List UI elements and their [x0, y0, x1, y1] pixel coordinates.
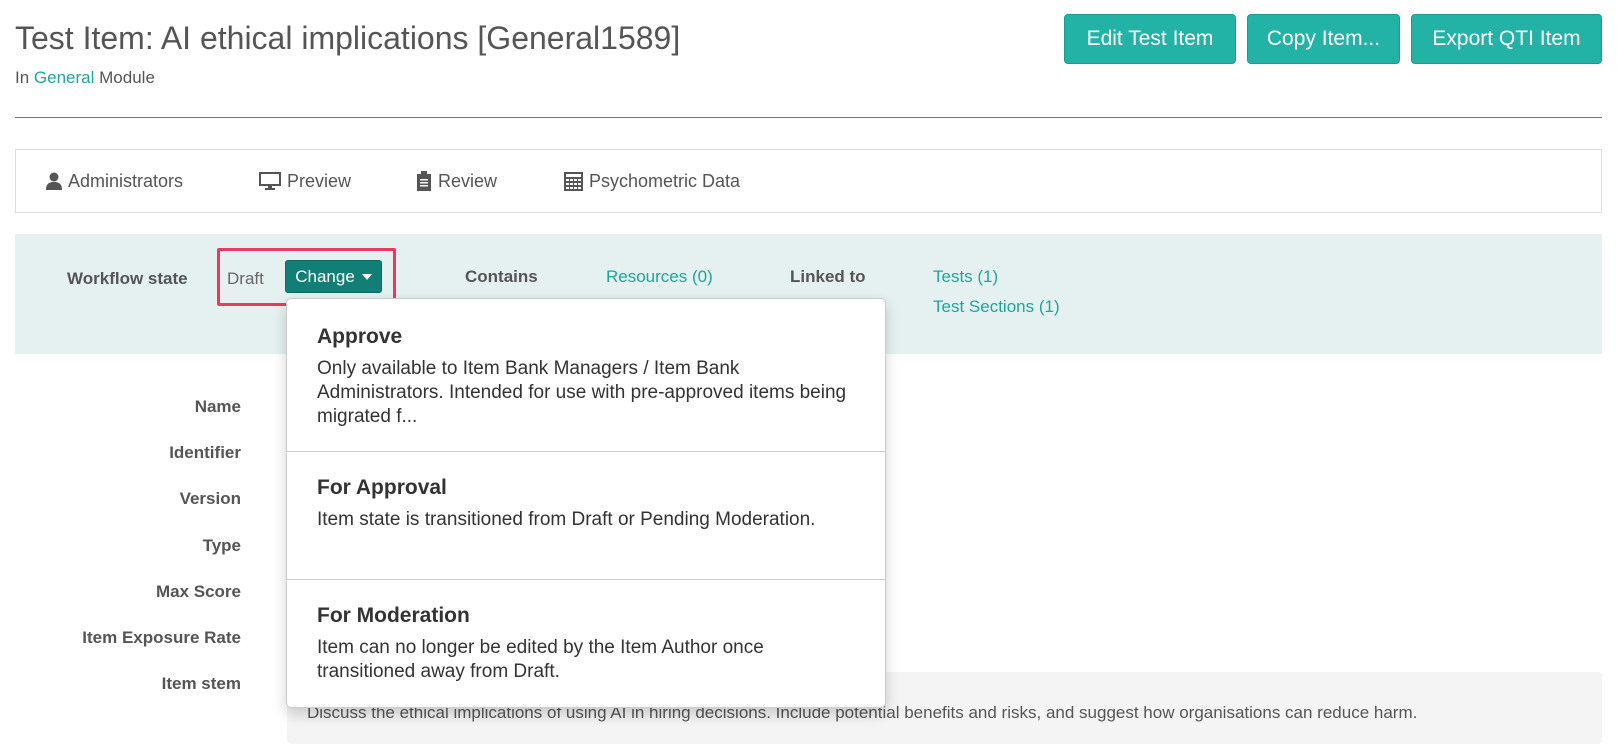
dropdown-item-title: For Moderation — [317, 604, 470, 627]
tab-review[interactable]: Review — [416, 150, 497, 212]
resources-link[interactable]: Resources (0) — [606, 267, 713, 287]
dropdown-item-description: Item can no longer be edited by the Item… — [317, 637, 764, 682]
user-icon — [46, 172, 62, 190]
dropdown-item-description: Item state is transitioned from Draft or… — [317, 509, 816, 530]
tab-review-label: Review — [438, 170, 498, 191]
workflow-state-label: Workflow state — [67, 269, 188, 288]
dropdown-item-title: Approve — [317, 325, 403, 348]
tab-psychometric-data[interactable]: Psychometric Data — [564, 150, 740, 212]
tab-preview[interactable]: Preview — [259, 150, 351, 212]
item-stem-label: Item stem — [161, 674, 241, 693]
name-label: Name — [194, 397, 241, 416]
header-divider — [15, 117, 1602, 118]
dropdown-item-title: For Approval — [317, 476, 447, 499]
tab-preview-label: Preview — [287, 170, 352, 191]
item-tabbar: Administrators Preview Review Psychometr… — [15, 149, 1602, 213]
version-label: Version — [179, 489, 241, 508]
export-qti-item-button[interactable]: Export QTI Item — [1411, 14, 1602, 64]
tab-psychometric-data-label: Psychometric Data — [589, 170, 741, 191]
copy-item-button[interactable]: Copy Item... — [1247, 14, 1400, 64]
caret-down-icon — [361, 273, 372, 280]
change-state-button-label: Change — [295, 266, 355, 286]
change-state-button[interactable]: Change — [285, 260, 382, 293]
dropdown-item-for-approval[interactable]: For Approval Item state is transitioned … — [287, 451, 885, 579]
dropdown-item-approve[interactable]: Approve Only available to Item Bank Mana… — [287, 299, 885, 451]
monitor-icon — [259, 172, 281, 190]
contains-label: Contains — [465, 267, 538, 286]
test-sections-link[interactable]: Test Sections (1) — [933, 297, 1060, 317]
max-score-label: Max Score — [155, 582, 241, 601]
workflow-state-dropdown: Approve Only available to Item Bank Mana… — [286, 298, 886, 708]
identifier-label: Identifier — [169, 443, 241, 462]
tests-link[interactable]: Tests (1) — [933, 267, 998, 287]
dropdown-item-description: Only available to Item Bank Managers / I… — [317, 358, 847, 427]
type-label: Type — [202, 536, 241, 555]
module-breadcrumb: In General Module — [15, 68, 155, 88]
page-title: Test Item: AI ethical implications [Gene… — [15, 20, 681, 56]
module-link[interactable]: General — [34, 68, 94, 87]
tab-administrators[interactable]: Administrators — [46, 150, 183, 212]
clipboard-icon — [416, 171, 432, 191]
module-prefix: In — [15, 68, 30, 87]
edit-test-item-button[interactable]: Edit Test Item — [1064, 14, 1236, 64]
linked-to-label: Linked to — [790, 267, 866, 286]
item-exposure-rate-label: Item Exposure Rate — [82, 628, 241, 647]
workflow-state-value: Draft — [227, 269, 264, 288]
module-suffix: Module — [99, 68, 155, 87]
dropdown-item-for-moderation[interactable]: For Moderation Item can no longer be edi… — [287, 579, 885, 707]
tab-administrators-label: Administrators — [68, 170, 184, 191]
calculator-icon — [564, 171, 583, 191]
